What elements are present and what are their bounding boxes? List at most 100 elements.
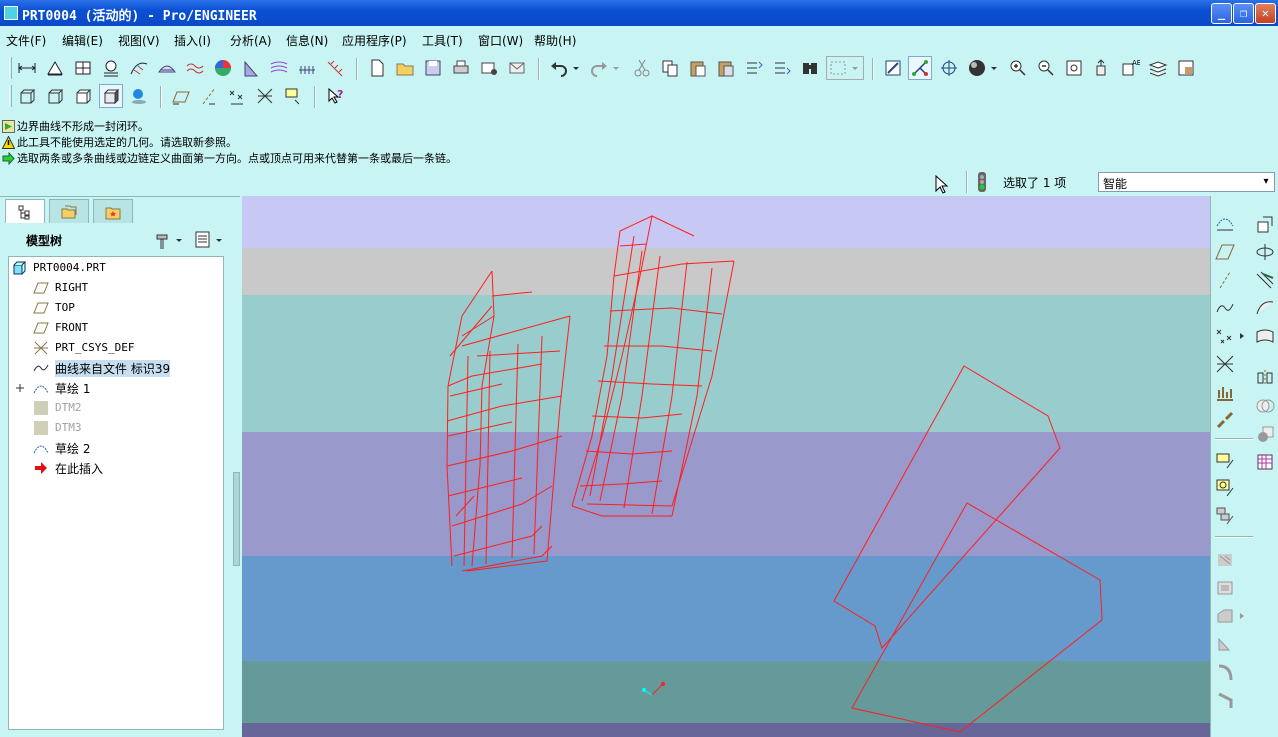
expand-icon[interactable]: [15, 381, 25, 395]
menu-insert[interactable]: 插入(I): [174, 32, 211, 49]
toolbar-grip[interactable]: [9, 85, 12, 107]
zoom-out-icon[interactable]: [1034, 56, 1058, 80]
tree-item-top[interactable]: TOP: [9, 298, 223, 318]
merge-tool-icon[interactable]: [1253, 394, 1277, 418]
datum-point-display-icon[interactable]: [225, 84, 249, 108]
round-set-icon[interactable]: [1213, 476, 1237, 500]
tree-item-right[interactable]: RIGHT: [9, 278, 223, 298]
chain-icon[interactable]: [1213, 408, 1237, 432]
datum-plane-tool-icon[interactable]: [1213, 240, 1237, 264]
minimize-button[interactable]: _: [1211, 3, 1232, 24]
distance-measure-icon[interactable]: [15, 56, 39, 80]
zoom-in-icon[interactable]: [1006, 56, 1030, 80]
restore-button[interactable]: ❐: [1233, 3, 1254, 24]
round-tool-icon[interactable]: [1213, 660, 1237, 684]
menu-help[interactable]: 帮助(H): [534, 32, 576, 49]
tree-item-sketch-2[interactable]: 草绘 2: [9, 438, 223, 458]
regenerate-icon[interactable]: [742, 56, 766, 80]
orient-mode-icon[interactable]: [937, 56, 961, 80]
enhanced-realism-icon[interactable]: [127, 84, 151, 108]
no-hidden-icon[interactable]: [71, 84, 95, 108]
slope-icon[interactable]: [239, 56, 263, 80]
tree-item-part[interactable]: PRT0004.PRT: [9, 258, 223, 278]
datum-axis-tool-icon[interactable]: [1213, 268, 1237, 292]
undo-icon[interactable]: [547, 56, 571, 80]
mirror-tool-icon[interactable]: [1253, 366, 1277, 390]
datum-plane-display-icon[interactable]: [169, 84, 193, 108]
refit-icon[interactable]: [1062, 56, 1086, 80]
analysis-feature-icon[interactable]: [1213, 380, 1237, 404]
tree-columns-button[interactable]: [194, 229, 226, 251]
extrude-tool-icon[interactable]: [1253, 212, 1277, 236]
rib-tool-icon[interactable]: [1213, 604, 1237, 628]
draft-tool-icon[interactable]: [1213, 632, 1237, 656]
email-link-icon[interactable]: [505, 56, 529, 80]
spin-center-icon[interactable]: [908, 56, 932, 80]
boundary-blend-icon[interactable]: [1253, 324, 1277, 348]
redo-dropdown[interactable]: [610, 56, 622, 80]
pattern-tool-icon[interactable]: [1253, 450, 1277, 474]
tree-item-front[interactable]: FRONT: [9, 318, 223, 338]
menu-tools[interactable]: 工具(T): [422, 32, 463, 49]
datum-axis-display-icon[interactable]: [197, 84, 221, 108]
variable-sweep-icon[interactable]: [1253, 268, 1277, 292]
appearance-icon[interactable]: [965, 56, 989, 80]
annotation-display-icon[interactable]: [281, 84, 305, 108]
datum-point-icon[interactable]: [1213, 324, 1237, 348]
tab-model-tree[interactable]: [5, 199, 45, 223]
view-manager-icon[interactable]: [1174, 56, 1198, 80]
menu-info[interactable]: 信息(N): [286, 32, 328, 49]
trim-tool-icon[interactable]: [1253, 422, 1277, 446]
offset-analysis-icon[interactable]: [183, 56, 207, 80]
shade-check-icon[interactable]: [295, 56, 319, 80]
saved-views-icon[interactable]: AB: [1118, 56, 1142, 80]
menu-window[interactable]: 窗口(W): [478, 32, 523, 49]
undo-dropdown[interactable]: [570, 56, 582, 80]
orient-icon[interactable]: [1090, 56, 1114, 80]
print-icon[interactable]: [449, 56, 473, 80]
new-file-icon[interactable]: [365, 56, 389, 80]
chamfer-tool-icon[interactable]: [1213, 688, 1237, 712]
paste-special-icon[interactable]: [714, 56, 738, 80]
shell-tool-icon[interactable]: [1213, 576, 1237, 600]
graphics-window[interactable]: [242, 196, 1210, 737]
email-icon[interactable]: [477, 56, 501, 80]
blend-tool-icon[interactable]: [1253, 296, 1277, 320]
redo-icon[interactable]: [587, 56, 611, 80]
appearance-dropdown[interactable]: [988, 56, 1000, 80]
copy-icon[interactable]: [658, 56, 682, 80]
tree-item-sketch-1[interactable]: 草绘 1: [9, 378, 223, 398]
cut-icon[interactable]: [630, 56, 654, 80]
menu-edit[interactable]: 编辑(E): [62, 32, 103, 49]
toolbar-grip[interactable]: [9, 57, 12, 79]
length-icon[interactable]: [99, 56, 123, 80]
repaint-icon[interactable]: [881, 56, 905, 80]
datum-curve-icon[interactable]: [1213, 296, 1237, 320]
layers-icon[interactable]: [1146, 56, 1170, 80]
shading-icon[interactable]: [99, 84, 123, 108]
tab-favorites[interactable]: [93, 199, 133, 223]
tree-item-dtm2[interactable]: DTM2: [9, 398, 223, 418]
group-icon[interactable]: [1213, 504, 1237, 528]
menu-analysis[interactable]: 分析(A): [230, 32, 272, 49]
tree-item-insert-here[interactable]: 在此插入: [9, 458, 223, 478]
paste-icon[interactable]: [686, 56, 710, 80]
find-icon[interactable]: [798, 56, 822, 80]
section-icon[interactable]: [155, 56, 179, 80]
curvature-icon[interactable]: [127, 56, 151, 80]
panel-splitter[interactable]: [233, 472, 240, 566]
save-icon[interactable]: [421, 56, 445, 80]
dihedral-icon[interactable]: [323, 56, 347, 80]
edit-pattern-icon[interactable]: [1213, 448, 1237, 472]
sketched-curve-icon[interactable]: [1213, 212, 1237, 236]
menu-applications[interactable]: 应用程序(P): [342, 32, 407, 49]
context-help-icon[interactable]: ?: [323, 84, 347, 108]
csys-tool-icon[interactable]: [1213, 352, 1237, 376]
menu-file[interactable]: 文件(F): [6, 32, 46, 49]
tree-item-dtm3[interactable]: DTM3: [9, 418, 223, 438]
wireframe-icon[interactable]: [15, 84, 39, 108]
select-box-icon[interactable]: [826, 56, 864, 80]
close-button[interactable]: ✕: [1255, 3, 1276, 24]
reflection-icon[interactable]: [267, 56, 291, 80]
csys-display-icon[interactable]: [253, 84, 277, 108]
